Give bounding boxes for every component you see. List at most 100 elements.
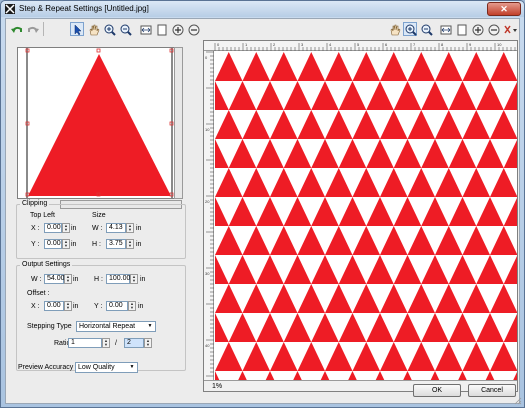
dialog-client: 9% Clipping Top Left Size X : 0.00 ▲▼ in… xyxy=(5,18,522,405)
repeat-canvas[interactable]: 0 1 2 3 4 5 6 7 8 9 10 0 10 20 30 40 1% xyxy=(203,40,518,392)
tile-triangle xyxy=(407,168,435,197)
horizontal-ruler: 0 1 2 3 4 5 6 7 8 9 10 xyxy=(204,41,517,51)
tile-triangle xyxy=(352,226,380,255)
remove-circle-icon[interactable] xyxy=(186,22,200,36)
window-title: Step & Repeat Settings [Untitled.jpg] xyxy=(19,4,149,13)
options-dropdown-icon[interactable] xyxy=(502,22,518,36)
preview-vertical-scrollbar[interactable] xyxy=(174,47,183,199)
clip-y-input[interactable]: 0.00 xyxy=(44,239,62,249)
pan-hand-icon-right[interactable] xyxy=(387,22,401,36)
clip-x-stepper[interactable]: ▲ ▼ xyxy=(62,223,70,233)
output-w-input[interactable]: 54.00 xyxy=(44,274,65,284)
tile-triangle xyxy=(325,168,353,197)
ratio-denominator-stepper[interactable]: ▲ ▼ xyxy=(144,338,152,348)
resize-grip-icon[interactable] xyxy=(514,397,522,405)
add-circle-icon[interactable] xyxy=(170,22,184,36)
close-button[interactable]: ✕ xyxy=(487,2,521,16)
tile-triangle xyxy=(256,197,284,226)
ruler-label: 0 xyxy=(205,55,208,60)
offset-x-stepper[interactable]: ▲ ▼ xyxy=(64,301,72,311)
tile-triangle xyxy=(503,256,517,284)
offset-y-stepper[interactable]: ▲ ▼ xyxy=(128,301,136,311)
ruler-label: 9 xyxy=(469,42,472,47)
tile-triangle xyxy=(375,371,385,380)
tile-triangle xyxy=(421,81,449,110)
tile-triangle xyxy=(421,255,449,284)
pointer-tool-icon[interactable] xyxy=(70,22,84,36)
tile-triangle xyxy=(448,313,477,342)
zoom-in-icon[interactable] xyxy=(102,22,116,36)
ratio-denominator-input[interactable]: 2 xyxy=(124,338,144,348)
offset-x-input[interactable]: 0.00 xyxy=(44,301,64,311)
tile-triangle xyxy=(366,81,394,110)
clip-h-label: H : xyxy=(92,241,101,248)
tile-triangle xyxy=(380,52,408,81)
tile-triangle xyxy=(476,139,504,168)
tile-triangle xyxy=(490,168,517,197)
tile-triangle xyxy=(338,255,367,284)
tile-triangle xyxy=(215,197,229,226)
remove-circle-icon-right[interactable] xyxy=(486,22,500,36)
stepping-type-dropdown[interactable]: Horizontal Repeat ▼ xyxy=(76,321,156,332)
ruler-label: 7 xyxy=(413,42,416,47)
tile-triangle xyxy=(435,110,463,139)
ruler-label: 20 xyxy=(205,199,210,204)
clip-x-input[interactable]: 0.00 xyxy=(44,223,62,233)
add-circle-icon-right[interactable] xyxy=(470,22,484,36)
tile-triangle xyxy=(435,52,463,81)
tile-triangle xyxy=(338,81,367,110)
output-w-stepper[interactable]: ▲ ▼ xyxy=(64,274,72,284)
ratio-numerator-input[interactable]: 1 xyxy=(68,338,102,348)
actual-size-icon[interactable] xyxy=(154,22,168,36)
tile-triangle xyxy=(380,226,408,255)
tile-triangle xyxy=(503,140,517,168)
tile-triangle xyxy=(297,226,325,255)
output-settings-label: Output Settings xyxy=(20,261,73,268)
tile-triangle xyxy=(283,139,312,168)
zoom-out-icon[interactable] xyxy=(118,22,132,36)
pan-hand-icon[interactable] xyxy=(86,22,100,36)
tile-triangle xyxy=(215,371,220,380)
tile-triangle xyxy=(513,372,517,380)
canvas-zoom-level[interactable]: 1% xyxy=(204,380,236,391)
cancel-button[interactable]: Cancel xyxy=(468,384,516,397)
zoom-out-icon-right[interactable] xyxy=(419,22,433,36)
tile-triangle xyxy=(435,342,463,371)
output-h-input[interactable]: 100.00 xyxy=(106,274,130,284)
tile-triangle xyxy=(462,342,490,371)
tile-triangle xyxy=(407,226,435,255)
clip-w-stepper[interactable]: ▲ ▼ xyxy=(126,223,134,233)
source-preview[interactable] xyxy=(17,47,182,199)
ruler-label: 1 xyxy=(245,42,248,47)
offset-y-input[interactable]: 0.00 xyxy=(106,301,128,311)
clip-y-stepper[interactable]: ▲ ▼ xyxy=(62,239,70,249)
tile-triangle xyxy=(380,168,408,197)
tile-triangle xyxy=(490,284,517,313)
fit-width-icon-right[interactable] xyxy=(438,22,452,36)
ratio-numerator-stepper[interactable]: ▲ ▼ xyxy=(102,338,110,348)
offset-label: Offset : xyxy=(27,290,50,297)
tile-triangle xyxy=(311,81,339,110)
tile-triangle xyxy=(476,197,504,226)
tile-triangle xyxy=(320,371,330,380)
ratio-separator: / xyxy=(115,340,117,347)
clip-w-input[interactable]: 4.13 xyxy=(106,223,126,233)
clip-h-stepper[interactable]: ▲ ▼ xyxy=(126,239,134,249)
output-h-stepper[interactable]: ▲ ▼ xyxy=(130,274,138,284)
tile-triangle xyxy=(256,139,284,168)
zoom-in-icon-right[interactable] xyxy=(403,22,417,36)
tile-triangle xyxy=(476,313,504,342)
redo-icon[interactable] xyxy=(25,22,39,36)
clip-h-input[interactable]: 3.75 xyxy=(106,239,126,249)
output-w-unit: in xyxy=(73,276,79,283)
preview-accuracy-dropdown[interactable]: Low Quality ▼ xyxy=(75,362,138,373)
ok-button[interactable]: OK xyxy=(413,384,461,397)
fit-width-icon[interactable] xyxy=(138,22,152,36)
output-h-label: H : xyxy=(94,276,103,283)
tile-triangle xyxy=(435,284,463,313)
undo-icon[interactable] xyxy=(9,22,23,36)
actual-size-icon-right[interactable] xyxy=(454,22,468,36)
tile-triangle xyxy=(490,110,517,139)
tile-triangle xyxy=(503,314,517,342)
title-bar[interactable]: Step & Repeat Settings [Untitled.jpg] ✕ xyxy=(1,1,524,17)
